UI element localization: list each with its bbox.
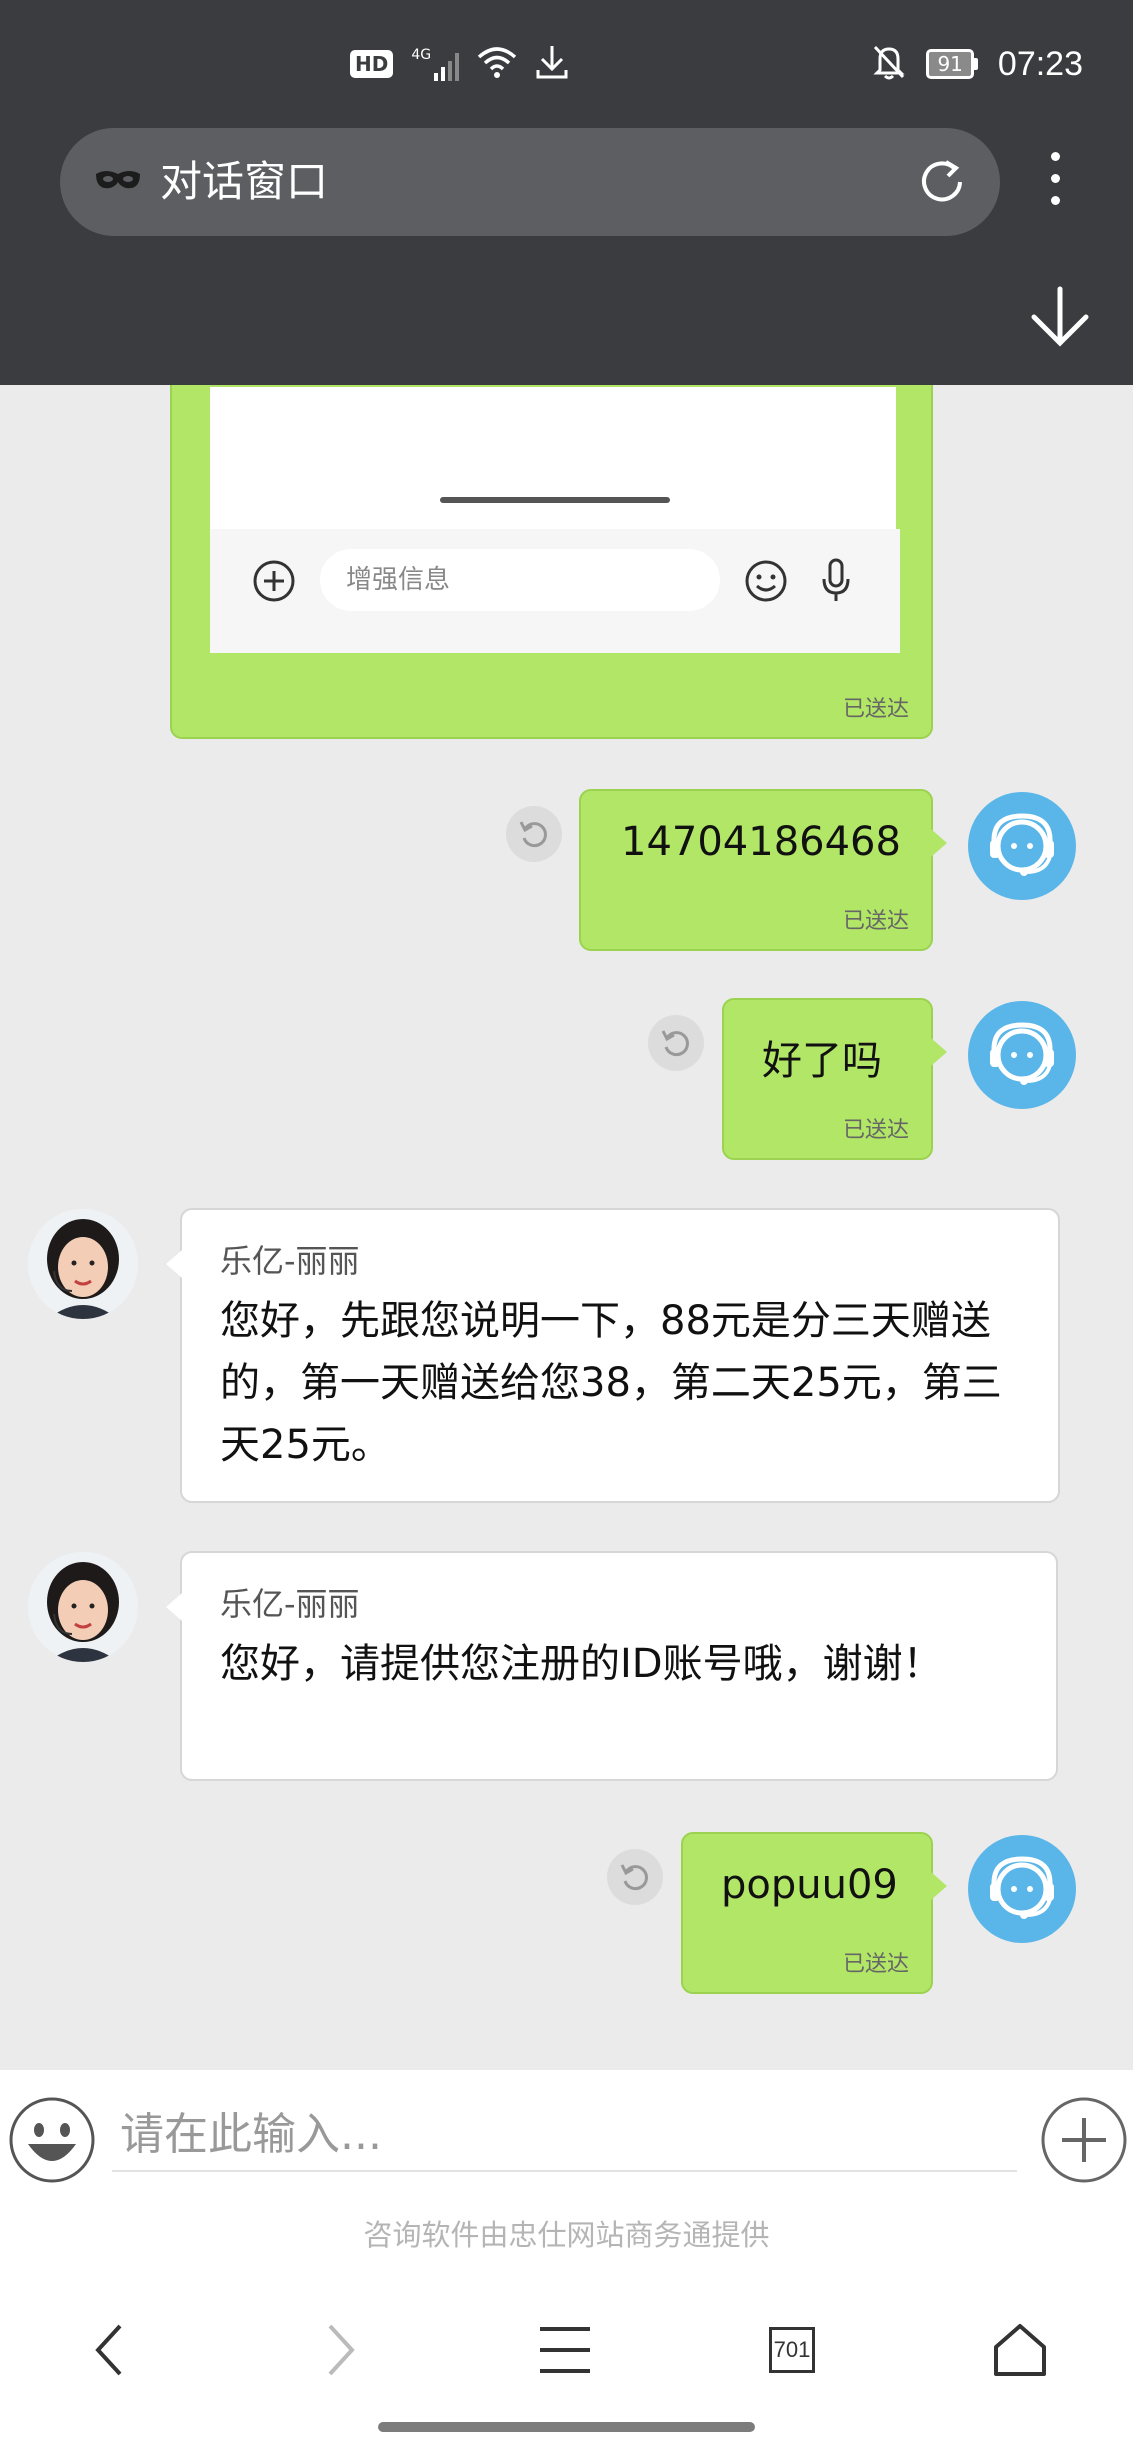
- user-avatar: [968, 1001, 1076, 1109]
- browser-bottom-nav: 701: [0, 2280, 1133, 2453]
- wifi-icon: [477, 45, 517, 83]
- agent-message[interactable]: 乐亿-丽丽 您好，先跟您说明一下，88元是分三天赠送的，第一天赠送给您38，第二…: [166, 1208, 1060, 1503]
- message-text: popuu09: [721, 1862, 898, 1908]
- resend-icon[interactable]: [506, 806, 562, 862]
- clock: 07:23: [997, 44, 1083, 83]
- home-indicator: [378, 2422, 755, 2432]
- status-icons-right: 91 07:23: [872, 38, 1083, 90]
- tabs-button[interactable]: 701: [752, 2310, 832, 2390]
- plus-icon: [1041, 2097, 1127, 2183]
- browser-top-bar: HD 4G 91 07:23 对话窗口: [0, 0, 1133, 385]
- sent-image-message[interactable]: 增强信息 已送达: [170, 385, 933, 739]
- message-text: 14704186468: [621, 819, 901, 865]
- page-title: 对话窗口: [160, 157, 329, 206]
- message-input[interactable]: 请在此输入...: [112, 2098, 1017, 2172]
- chat-area[interactable]: 增强信息 已送达 14704186468 已送达 好了吗 已送达 乐亿-丽丽 您…: [0, 385, 1133, 2070]
- delivery-status: 已送达: [842, 909, 909, 934]
- sender-name: 乐亿-丽丽: [220, 1585, 360, 1623]
- delivery-status: 已送达: [842, 1952, 909, 1977]
- more-menu-icon[interactable]: [1045, 152, 1065, 212]
- plus-circle-icon: [252, 559, 296, 607]
- sent-message[interactable]: popuu09 已送达: [681, 1832, 947, 1994]
- headset-face-icon: [990, 813, 1054, 876]
- agent-avatar: [28, 1552, 138, 1662]
- add-attachment-button[interactable]: [1040, 2096, 1128, 2188]
- forward-button[interactable]: [300, 2310, 380, 2390]
- headset-face-icon: [990, 1856, 1054, 1919]
- screenshot-image[interactable]: 增强信息: [210, 387, 900, 653]
- message-text: 您好，请提供您注册的ID账号哦，谢谢！: [220, 1641, 943, 1687]
- home-icon: [994, 2324, 1046, 2376]
- status-bar: HD 4G 91 07:23: [0, 38, 1133, 90]
- battery-icon: 91: [926, 49, 978, 79]
- hd-badge: HD: [350, 50, 394, 78]
- resend-icon[interactable]: [648, 1015, 704, 1071]
- status-icons-left: HD 4G: [350, 38, 569, 90]
- message-input-bar: 请在此输入...: [0, 2070, 1133, 2190]
- agent-message[interactable]: 乐亿-丽丽 您好，请提供您注册的ID账号哦，谢谢！: [166, 1551, 1058, 1781]
- incognito-mask-icon: [94, 166, 142, 200]
- home-button[interactable]: [980, 2310, 1060, 2390]
- agent-avatar: [28, 1209, 138, 1319]
- chevron-left-icon: [95, 2324, 122, 2376]
- screenshot-input-placeholder: 增强信息: [320, 549, 720, 611]
- network-type: 4G: [411, 47, 432, 63]
- message-text: 好了吗: [762, 1038, 882, 1084]
- menu-button[interactable]: [525, 2310, 605, 2390]
- sender-name: 乐亿-丽丽: [220, 1242, 360, 1280]
- microphone-icon: [820, 557, 852, 609]
- user-avatar: [968, 1835, 1076, 1943]
- chevron-right-icon: [328, 2324, 355, 2376]
- bell-off-icon: [872, 44, 906, 84]
- signal-icon: 4G: [411, 47, 460, 81]
- delivery-status: 已送达: [842, 697, 909, 722]
- scroll-down-arrow-icon[interactable]: [1028, 285, 1092, 355]
- reload-icon[interactable]: [914, 154, 970, 214]
- powered-by-note: 咨询软件由忠仕网站商务通提供: [0, 2190, 1133, 2280]
- hamburger-icon: [540, 2327, 590, 2373]
- battery-level: 91: [926, 49, 974, 79]
- address-bar[interactable]: 对话窗口: [60, 128, 1000, 236]
- emoji-button[interactable]: [8, 2096, 96, 2188]
- sent-message[interactable]: 14704186468 已送达: [579, 789, 947, 951]
- delivery-status: 已送达: [842, 1118, 909, 1143]
- screenshot-home-indicator: [440, 497, 670, 503]
- sent-message[interactable]: 好了吗 已送达: [722, 998, 947, 1160]
- screenshot-input-bar: 增强信息: [210, 529, 900, 653]
- message-text: 您好，先跟您说明一下，88元是分三天赠送的，第一天赠送给您38，第二天25元，第…: [220, 1298, 1002, 1468]
- headset-face-icon: [990, 1022, 1054, 1085]
- user-avatar: [968, 792, 1076, 900]
- back-button[interactable]: [70, 2310, 150, 2390]
- resend-icon[interactable]: [607, 1849, 663, 1905]
- emoji-icon: [9, 2097, 95, 2183]
- tab-count: 701: [769, 2327, 815, 2373]
- download-status-icon: [535, 44, 569, 84]
- smiley-icon: [744, 559, 788, 607]
